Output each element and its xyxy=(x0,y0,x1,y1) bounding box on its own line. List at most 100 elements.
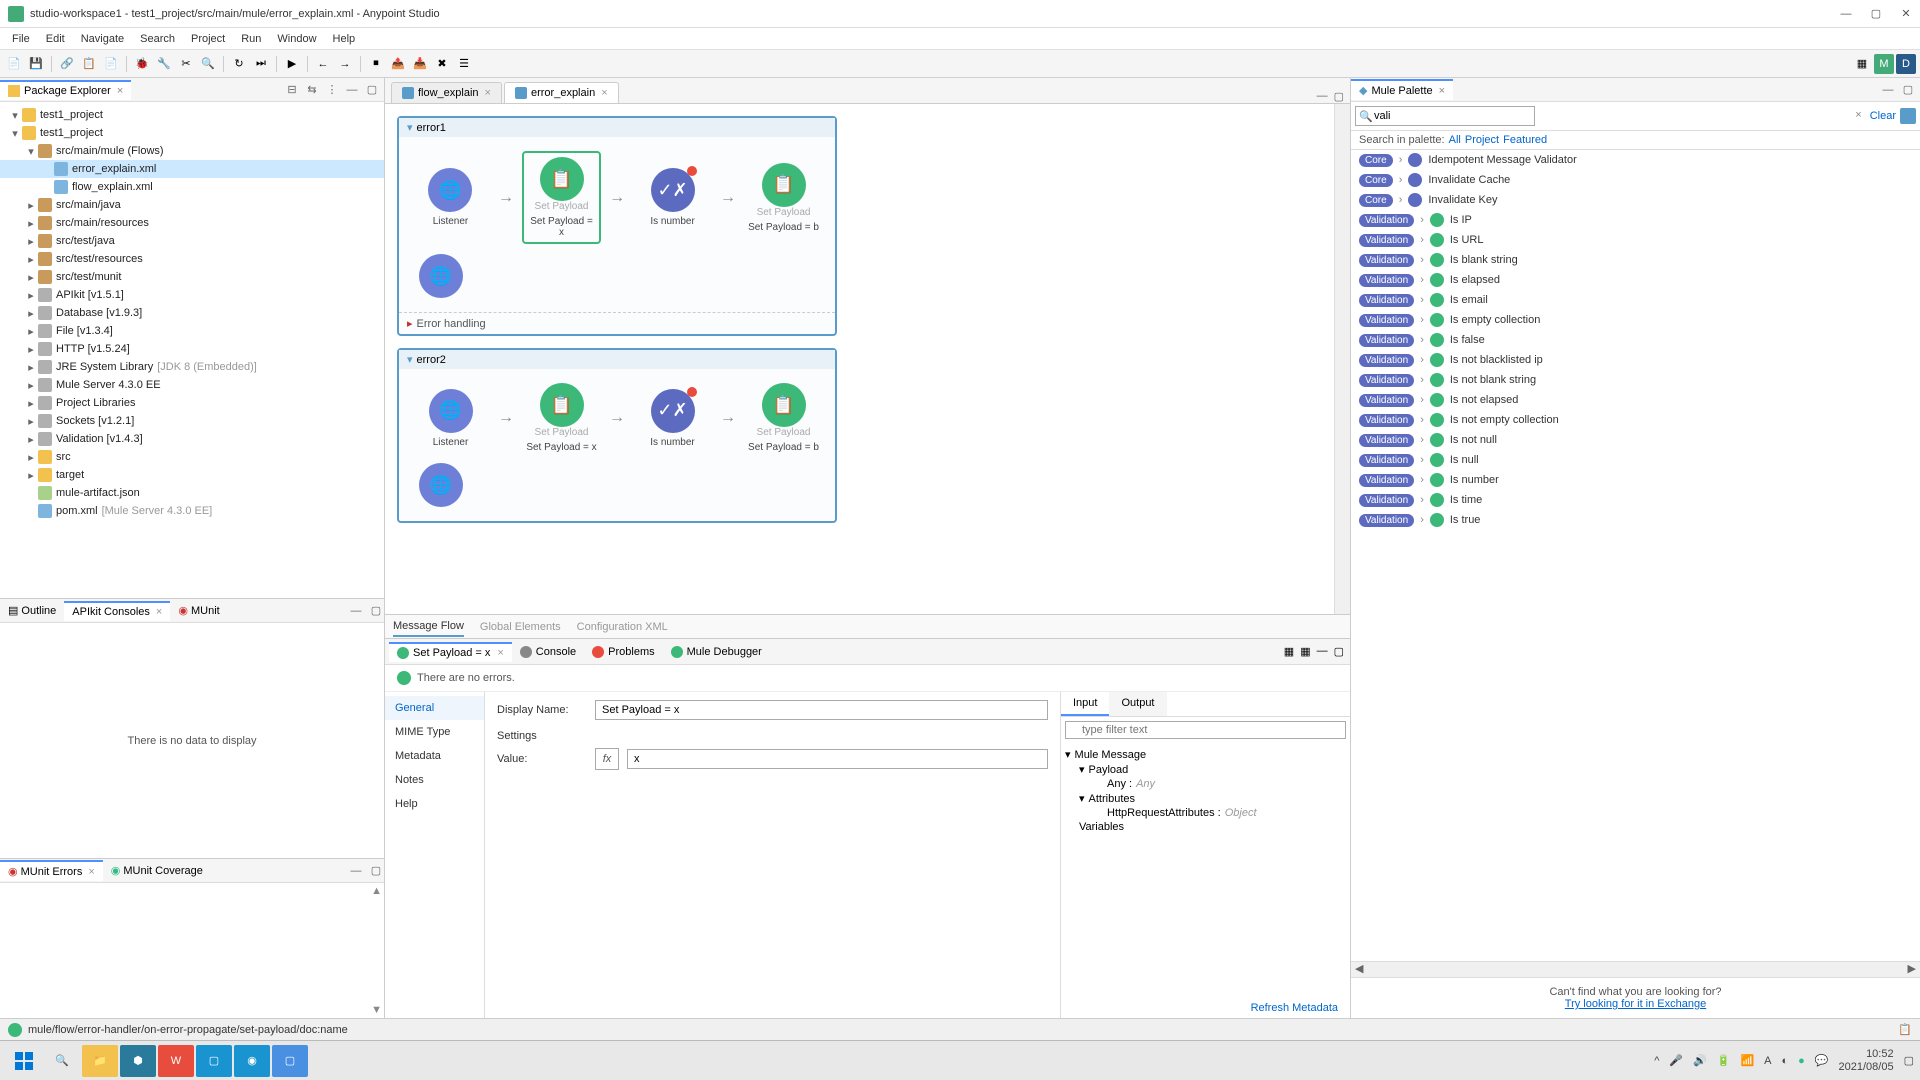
prop-tab-problems[interactable]: Problems xyxy=(584,643,662,661)
tree-node[interactable]: flow_explain.xml xyxy=(0,178,384,196)
flow-canvas[interactable]: ▾error1🌐Listener→📋Set PayloadSet Payload… xyxy=(385,104,1334,614)
app2-icon[interactable]: W xyxy=(158,1045,194,1077)
tab-input[interactable]: Input xyxy=(1061,692,1109,716)
stop-button[interactable]: ⏹ xyxy=(366,54,386,74)
paste-button[interactable]: 📄 xyxy=(101,54,121,74)
value-input[interactable] xyxy=(627,749,1048,769)
link-editor-icon[interactable]: ⇆ xyxy=(304,82,320,98)
tree-node[interactable]: ▸Mule Server 4.3.0 EE xyxy=(0,376,384,394)
flow-node[interactable]: 🌐Listener xyxy=(411,168,490,227)
tray-up-icon[interactable]: ^ xyxy=(1654,1055,1659,1067)
prop-nav-notes[interactable]: Notes xyxy=(385,768,484,792)
flow-node[interactable]: 📋Set PayloadSet Payload = x xyxy=(522,151,601,244)
minimize-view-icon[interactable]: — xyxy=(348,863,364,879)
palette-item[interactable]: Validation›Is not blacklisted ip xyxy=(1351,350,1920,370)
maximize-view-icon[interactable]: ▢ xyxy=(368,603,384,619)
collapse-all-icon[interactable]: ⊟ xyxy=(284,82,300,98)
tray-notif-icon[interactable]: 💬 xyxy=(1815,1054,1829,1067)
notification-center-icon[interactable]: ▢ xyxy=(1904,1054,1914,1067)
flow-node[interactable]: ✓✗Is number xyxy=(633,389,712,448)
prop-nav-metadata[interactable]: Metadata xyxy=(385,744,484,768)
minimize-view-icon[interactable]: — xyxy=(1880,82,1896,98)
flow-error1[interactable]: ▾error1🌐Listener→📋Set PayloadSet Payload… xyxy=(397,116,837,336)
tree-node[interactable]: ▸src xyxy=(0,448,384,466)
flow-node[interactable]: 🌐Listener xyxy=(411,389,490,448)
maximize-view-icon[interactable]: ▢ xyxy=(368,863,384,879)
tab-output[interactable]: Output xyxy=(1109,692,1166,716)
tree-node[interactable]: ▸src/test/java xyxy=(0,232,384,250)
palette-item[interactable]: Core›Invalidate Cache xyxy=(1351,170,1920,190)
prop-nav-help[interactable]: Help xyxy=(385,792,484,816)
prop-tab-console[interactable]: Console xyxy=(512,643,584,661)
tree-node[interactable]: ▸APIkit [v1.5.1] xyxy=(0,286,384,304)
cut-button[interactable]: ✂ xyxy=(176,54,196,74)
run-button[interactable]: ▶ xyxy=(282,54,302,74)
app3-icon[interactable]: ▢ xyxy=(196,1045,232,1077)
palette-list[interactable]: Core›Idempotent Message ValidatorCore›In… xyxy=(1351,150,1920,961)
flow-node[interactable]: ✓✗Is number xyxy=(633,168,712,227)
close-icon[interactable]: × xyxy=(156,606,162,618)
maximize-view-icon[interactable]: ▢ xyxy=(1900,82,1916,98)
palette-item[interactable]: Validation›Is email xyxy=(1351,290,1920,310)
app5-icon[interactable]: ▢ xyxy=(272,1045,308,1077)
menu-edit[interactable]: Edit xyxy=(38,31,73,47)
tree-node[interactable]: ▸Database [v1.9.3] xyxy=(0,304,384,322)
perspective-mule[interactable]: M xyxy=(1874,54,1894,74)
tab-munit[interactable]: ◉ MUnit xyxy=(170,601,227,620)
palette-item[interactable]: Validation›Is empty collection xyxy=(1351,310,1920,330)
app4-icon[interactable]: ◉ xyxy=(234,1045,270,1077)
tree-node[interactable]: ▸Sockets [v1.2.1] xyxy=(0,412,384,430)
palette-item[interactable]: Validation›Is not null xyxy=(1351,430,1920,450)
clear-search-icon[interactable]: × xyxy=(1855,109,1861,121)
skip-button[interactable]: ⏭ xyxy=(251,54,271,74)
tree-node[interactable]: ▸HTTP [v1.5.24] xyxy=(0,340,384,358)
tree-node[interactable]: ▸src/test/resources xyxy=(0,250,384,268)
tray-ime-icon[interactable]: A xyxy=(1764,1055,1771,1067)
io-node[interactable]: ▾ Payload xyxy=(1065,762,1346,777)
io-node[interactable]: Variables xyxy=(1065,820,1346,834)
new-button[interactable]: 📄 xyxy=(4,54,24,74)
menu-file[interactable]: File xyxy=(4,31,38,47)
refresh-metadata-link[interactable]: Refresh Metadata xyxy=(1061,998,1350,1018)
tray-app-icon[interactable]: ● xyxy=(1798,1055,1805,1067)
list-button[interactable]: ☰ xyxy=(454,54,474,74)
view-menu-icon[interactable]: ⋮ xyxy=(324,82,340,98)
prop-tab-set-payload-=-x[interactable]: Set Payload = x× xyxy=(389,642,512,662)
minimize-editor-icon[interactable]: — xyxy=(1317,90,1328,103)
palette-item[interactable]: Validation›Is null xyxy=(1351,450,1920,470)
palette-search-input[interactable] xyxy=(1355,106,1535,126)
tree-node[interactable]: ▸File [v1.3.4] xyxy=(0,322,384,340)
io-node[interactable]: ▾ Attributes xyxy=(1065,791,1346,806)
palette-item[interactable]: Validation›Is number xyxy=(1351,470,1920,490)
save-button[interactable]: 💾 xyxy=(26,54,46,74)
perspective-button[interactable]: ▦ xyxy=(1852,54,1872,74)
palette-item[interactable]: Validation›Is false xyxy=(1351,330,1920,350)
flow-node[interactable]: 📋Set PayloadSet Payload = b xyxy=(744,163,823,233)
io-node[interactable]: Any : Any xyxy=(1065,777,1346,791)
maximize-editor-icon[interactable]: ▢ xyxy=(1334,90,1344,103)
start-button[interactable] xyxy=(6,1045,42,1077)
io-node[interactable]: ▾ Mule Message xyxy=(1065,747,1346,762)
menu-project[interactable]: Project xyxy=(183,31,233,47)
perspective-debug[interactable]: D xyxy=(1896,54,1916,74)
tray-wifi-icon[interactable]: 📶 xyxy=(1740,1054,1754,1067)
vertical-scrollbar[interactable] xyxy=(1334,104,1350,614)
tree-node[interactable]: ▸src/test/munit xyxy=(0,268,384,286)
tree-node[interactable]: error_explain.xml xyxy=(0,160,384,178)
close-tab-icon[interactable]: × xyxy=(117,85,123,97)
editor-tab-error_explain[interactable]: error_explain× xyxy=(504,82,619,103)
palette-item[interactable]: Validation›Is not elapsed xyxy=(1351,390,1920,410)
tray-battery-icon[interactable]: 🔋 xyxy=(1717,1054,1731,1067)
explorer-icon[interactable]: 📁 xyxy=(82,1045,118,1077)
refresh-button[interactable]: ↻ xyxy=(229,54,249,74)
flow-node[interactable]: 📋Set PayloadSet Payload = x xyxy=(522,383,601,453)
prop-tab-mule-debugger[interactable]: Mule Debugger xyxy=(663,643,770,661)
tray-mic-icon[interactable]: 🎤 xyxy=(1669,1054,1683,1067)
palette-item[interactable]: Validation›Is URL xyxy=(1351,230,1920,250)
maximize-button[interactable]: ▢ xyxy=(1870,8,1882,20)
tree-node[interactable]: ▸src/main/java xyxy=(0,196,384,214)
tree-node[interactable]: ▸Project Libraries xyxy=(0,394,384,412)
io-tree[interactable]: ▾ Mule Message▾ Payload Any : Any▾ Attri… xyxy=(1061,743,1350,998)
maximize-view-icon[interactable]: ▢ xyxy=(364,82,380,98)
package-explorer-tree[interactable]: ▾test1_project▾test1_project▾src/main/mu… xyxy=(0,102,384,598)
